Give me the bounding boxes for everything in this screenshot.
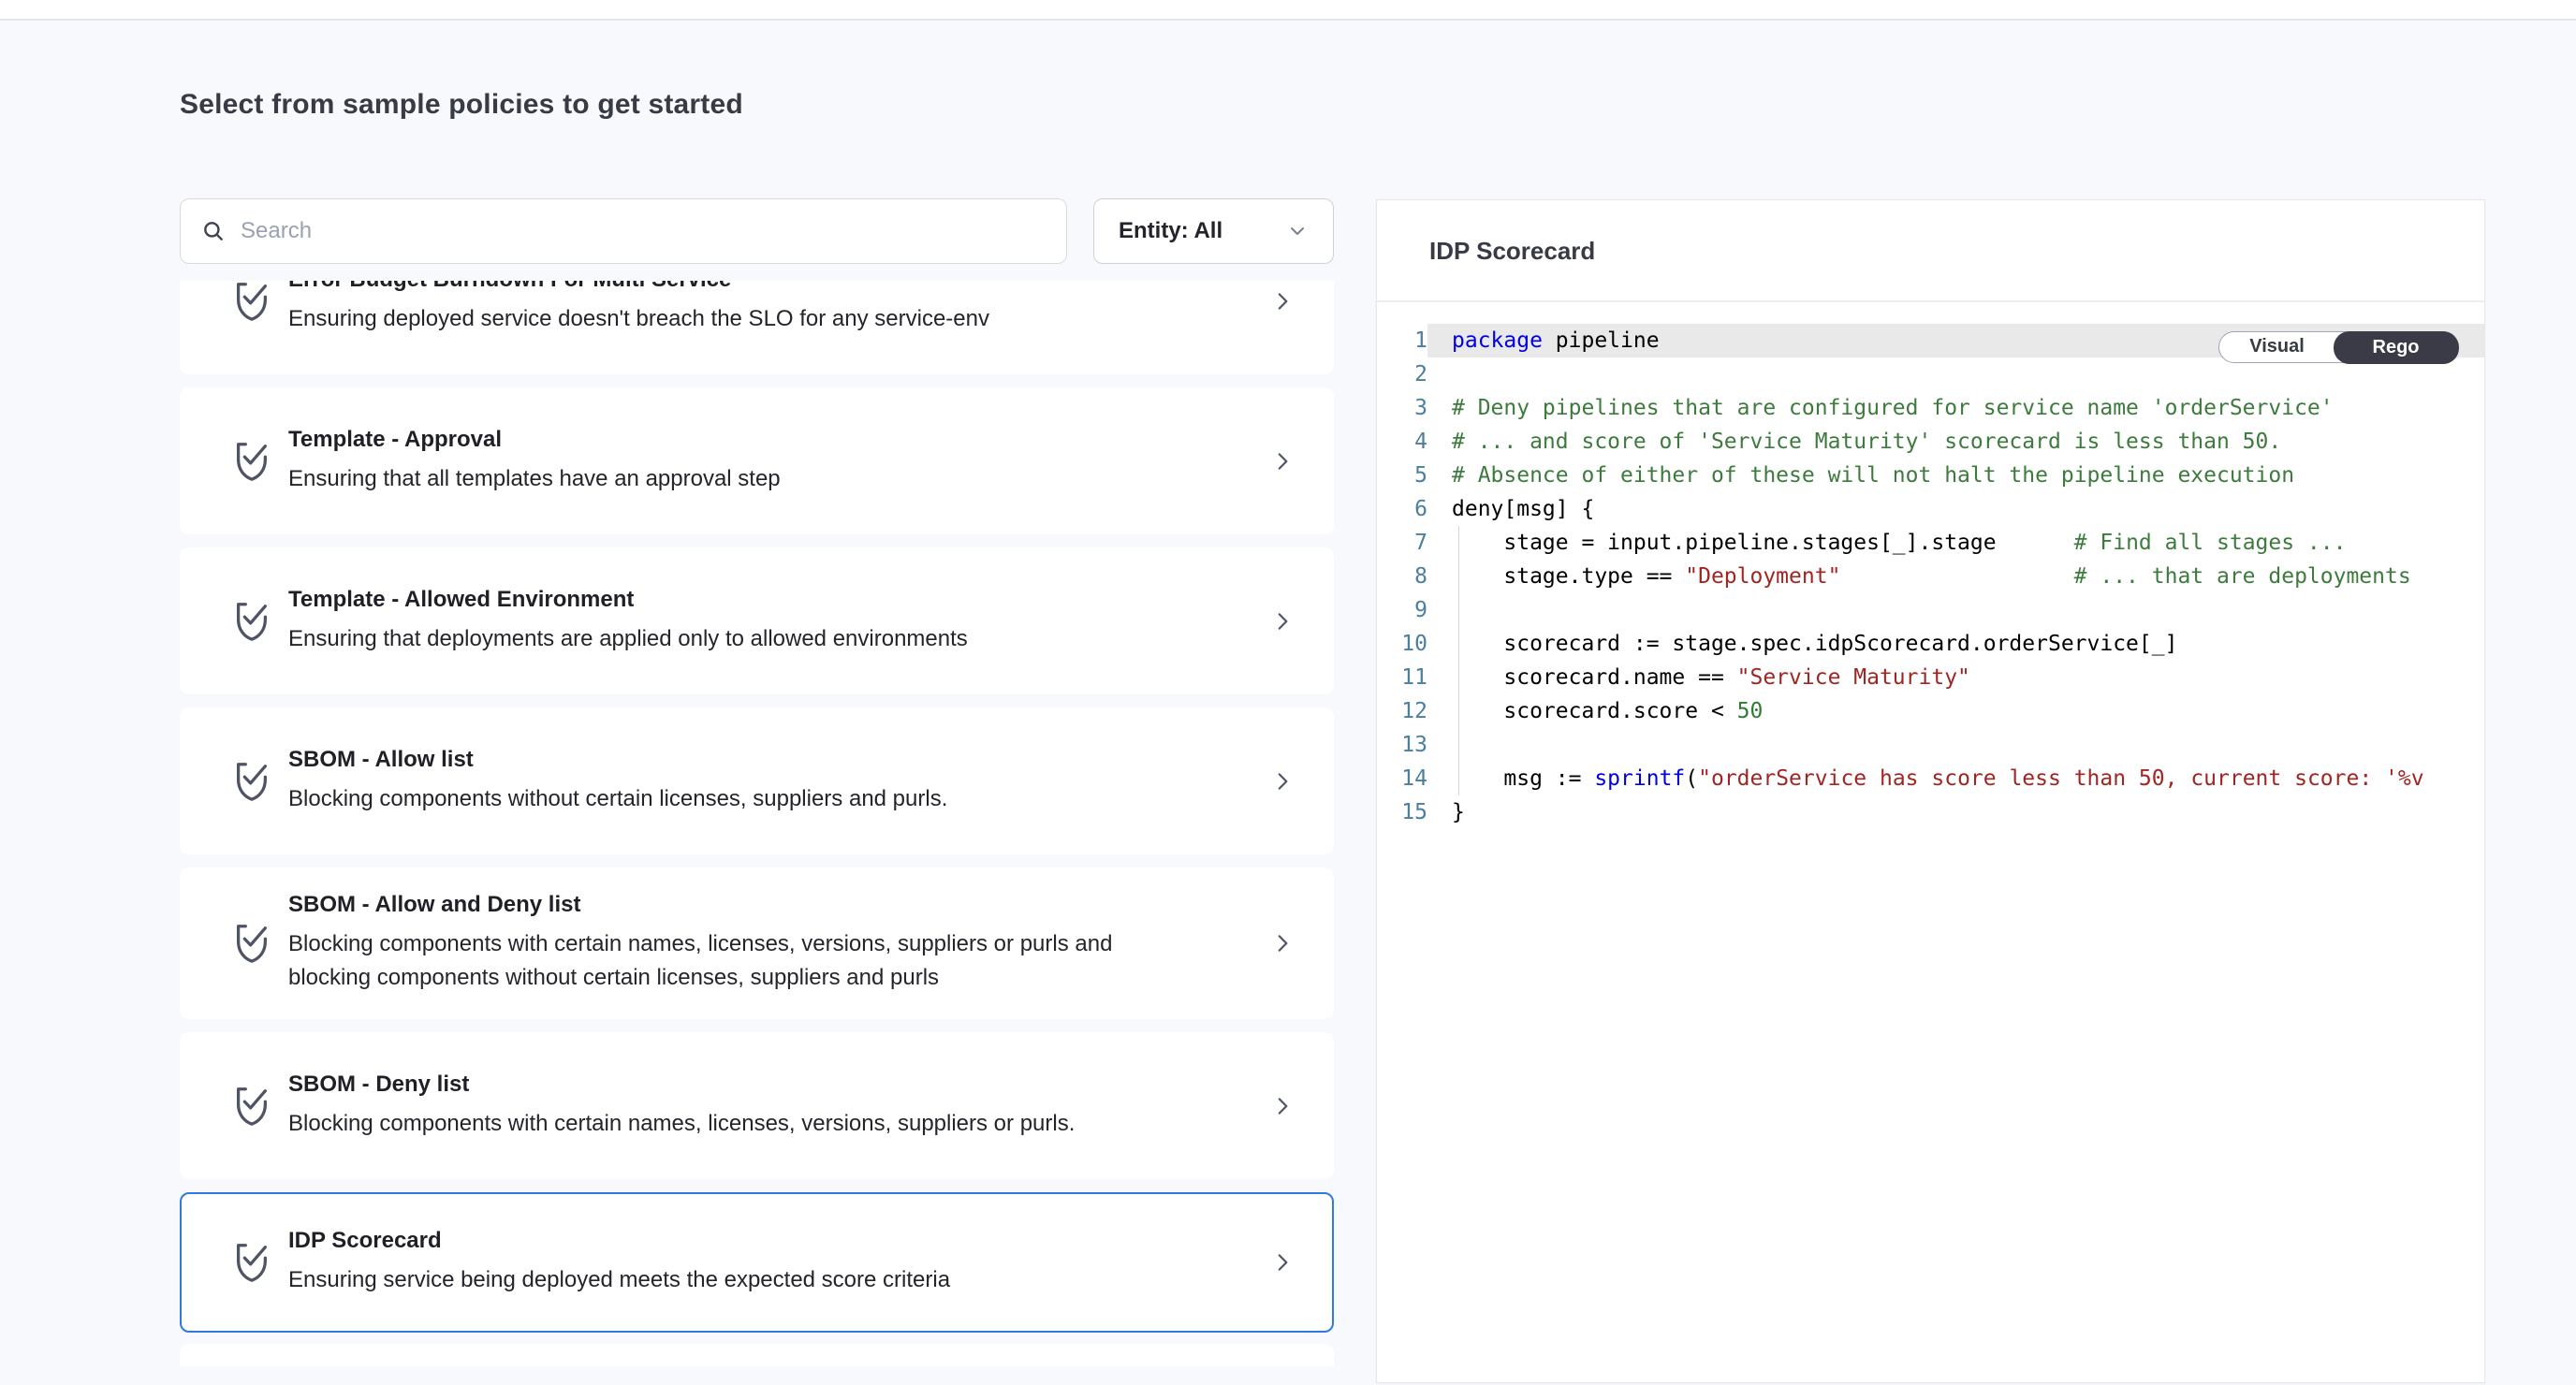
shield-check-icon xyxy=(230,437,273,486)
shield-check-icon xyxy=(230,1238,273,1287)
line-number: 3 xyxy=(1377,391,1427,425)
shield-check-icon xyxy=(230,757,273,806)
entity-filter-dropdown[interactable]: Entity: All xyxy=(1093,198,1334,264)
shield-check-icon xyxy=(230,281,273,326)
shield-check-icon xyxy=(230,919,273,968)
search-box[interactable] xyxy=(180,198,1067,264)
code-line: 15} xyxy=(1377,795,2484,829)
policy-title: IDP Scorecard xyxy=(288,1228,1126,1254)
preview-title: IDP Scorecard xyxy=(1377,200,2484,302)
line-number: 15 xyxy=(1377,795,1427,829)
policy-description: Ensuring service being deployed meets th… xyxy=(288,1263,1126,1297)
policy-description: Blocking components without certain lice… xyxy=(288,782,1126,816)
line-number: 9 xyxy=(1377,593,1427,627)
chevron-right-icon[interactable] xyxy=(1270,765,1295,797)
policy-card-text: SBOM - Allow list Blocking components wi… xyxy=(288,747,1126,816)
code-line: 13 xyxy=(1377,728,2484,762)
chevron-right-icon[interactable] xyxy=(1270,1090,1295,1122)
policy-description: Ensuring deployed service doesn't breach… xyxy=(288,302,1126,336)
policy-title: SBOM - Allow and Deny list xyxy=(288,892,1126,918)
visual-rego-toggle[interactable]: Visual Rego xyxy=(2218,331,2458,363)
policy-title: Template - Approval xyxy=(288,427,1126,453)
code-line: 9 xyxy=(1377,593,2484,627)
chevron-down-icon xyxy=(1286,220,1309,242)
line-number: 4 xyxy=(1377,425,1427,459)
chevron-right-icon[interactable] xyxy=(1270,445,1295,477)
search-icon xyxy=(201,219,226,243)
chevron-right-icon[interactable] xyxy=(1270,605,1295,637)
policy-card[interactable]: IDP Scorecard Ensuring service being dep… xyxy=(180,1192,1334,1333)
policy-title: Error Budget Burndown For Multi Service xyxy=(288,281,1126,293)
code-line: 3# Deny pipelines that are configured fo… xyxy=(1377,391,2484,425)
page-title: Select from sample policies to get start… xyxy=(180,89,743,121)
policy-card[interactable]: Template - Allowed Environment Ensuring … xyxy=(180,547,1334,694)
search-input[interactable] xyxy=(241,218,1046,244)
code-line: 5# Absence of either of these will not h… xyxy=(1377,459,2484,492)
line-number: 12 xyxy=(1377,694,1427,728)
code-line: 4# ... and score of 'Service Maturity' s… xyxy=(1377,425,2484,459)
policy-card[interactable]: SBOM - Deny list Blocking components wit… xyxy=(180,1032,1334,1179)
policy-card[interactable]: SBOM - Allow and Deny list Blocking comp… xyxy=(180,867,1334,1019)
line-number: 1 xyxy=(1377,324,1427,357)
code-line: 8 stage.type == "Deployment" # ... that … xyxy=(1377,560,2484,593)
indent-guide-line xyxy=(1458,728,1459,762)
indent-guide-line xyxy=(1458,593,1459,627)
toggle-rego-button[interactable]: Rego xyxy=(2334,331,2459,364)
policy-title: SBOM - Deny list xyxy=(288,1072,1126,1098)
line-number: 14 xyxy=(1377,762,1427,795)
entity-filter-label: Entity: All xyxy=(1119,218,1222,244)
policy-title: SBOM - Allow list xyxy=(288,747,1126,773)
line-number: 8 xyxy=(1377,560,1427,593)
code-line: 11 scorecard.name == "Service Maturity" xyxy=(1377,661,2484,694)
chevron-right-icon[interactable] xyxy=(1270,285,1295,317)
policy-card[interactable]: Error Budget Burndown For Multi Service … xyxy=(180,281,1334,374)
policy-card-text: SBOM - Deny list Blocking components wit… xyxy=(288,1072,1126,1141)
sample-policies-page: Select from sample policies to get start… xyxy=(0,21,2576,1383)
code-line: 10 scorecard := stage.spec.idpScorecard.… xyxy=(1377,627,2484,661)
toggle-visual-button[interactable]: Visual xyxy=(2219,332,2334,362)
code-line: 14 msg := sprintf("orderService has scor… xyxy=(1377,762,2484,795)
policy-card[interactable]: SBOM - Allow list Blocking components wi… xyxy=(180,707,1334,854)
shield-check-icon xyxy=(230,1082,273,1130)
policy-preview-panel: IDP Scorecard Visual Rego 1package pipel… xyxy=(1376,199,2485,1383)
policy-card-text: Error Budget Burndown For Multi Service … xyxy=(288,281,1126,336)
policy-card-text: Template - Allowed Environment Ensuring … xyxy=(288,587,1126,656)
line-number: 5 xyxy=(1377,459,1427,492)
policy-card-text: IDP Scorecard Ensuring service being dep… xyxy=(288,1228,1126,1297)
policy-description: Blocking components with certain names, … xyxy=(288,927,1126,995)
indent-guide-line xyxy=(1458,661,1459,694)
indent-guide-line xyxy=(1458,526,1459,560)
code-line: 7 stage = input.pipeline.stages[_].stage… xyxy=(1377,526,2484,560)
shield-check-icon xyxy=(230,597,273,646)
line-number: 11 xyxy=(1377,661,1427,694)
indent-guide-line xyxy=(1458,627,1459,661)
policy-card-text: SBOM - Allow and Deny list Blocking comp… xyxy=(288,892,1126,995)
policy-card-text: Template - Approval Ensuring that all te… xyxy=(288,427,1126,496)
code-editor[interactable]: 1package pipeline23# Deny pipelines that… xyxy=(1377,324,2484,829)
line-number: 7 xyxy=(1377,526,1427,560)
policy-description: Ensuring that deployments are applied on… xyxy=(288,622,1126,656)
next-policy-card-peek[interactable] xyxy=(180,1344,1334,1366)
code-line: 6deny[msg] { xyxy=(1377,492,2484,526)
chevron-right-icon[interactable] xyxy=(1270,927,1295,959)
indent-guide-line xyxy=(1458,560,1459,593)
line-number: 13 xyxy=(1377,728,1427,762)
line-number: 10 xyxy=(1377,627,1427,661)
list-controls: Entity: All xyxy=(180,198,1334,264)
line-number: 6 xyxy=(1377,492,1427,526)
code-line: 12 scorecard.score < 50 xyxy=(1377,694,2484,728)
policy-title: Template - Allowed Environment xyxy=(288,587,1126,613)
policy-description: Ensuring that all templates have an appr… xyxy=(288,462,1126,496)
indent-guide-line xyxy=(1458,762,1459,795)
indent-guide-line xyxy=(1458,694,1459,728)
policy-description: Blocking components with certain names, … xyxy=(288,1107,1126,1141)
policy-list: Error Budget Burndown For Multi Service … xyxy=(180,281,1334,1383)
policy-card[interactable]: Template - Approval Ensuring that all te… xyxy=(180,387,1334,534)
line-number: 2 xyxy=(1377,357,1427,391)
chevron-right-icon[interactable] xyxy=(1270,1246,1295,1278)
top-bar xyxy=(0,0,2576,21)
